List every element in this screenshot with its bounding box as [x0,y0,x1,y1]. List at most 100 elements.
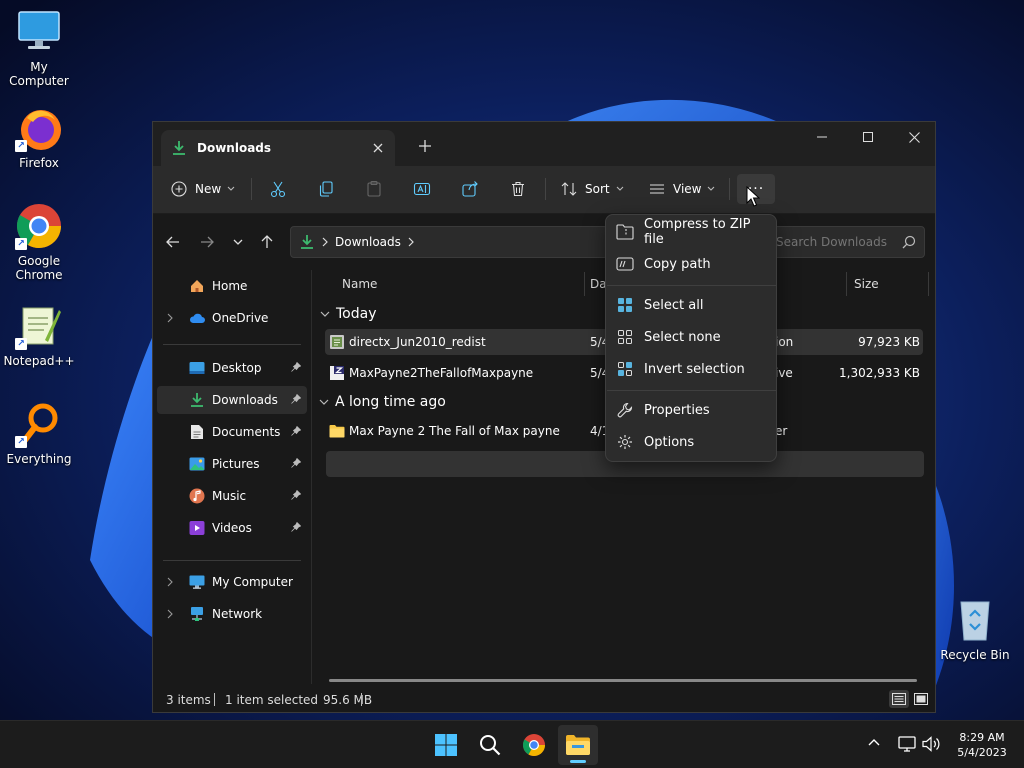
gear-icon [616,433,634,451]
chevron-right-icon [322,237,328,247]
paste-button[interactable] [365,174,383,204]
sidebar-item-home[interactable]: Home [157,272,307,300]
cut-button[interactable] [269,174,287,204]
navigation-pane: Home OneDrive Desktop Downloads Document… [153,270,311,684]
sort-button[interactable]: Sort [561,174,624,204]
clock-date: 5/4/2023 [957,746,1007,759]
desktop-icon-label: Recycle Bin [940,648,1010,662]
sidebar-item-my-computer[interactable]: My Computer [157,568,307,596]
desktop-icon-my-computer[interactable]: My Computer [0,8,78,88]
new-button[interactable]: New [171,174,235,204]
up-button[interactable] [253,228,281,256]
sidebar-item-videos[interactable]: Videos [157,514,307,542]
share-button[interactable] [461,174,479,204]
download-icon [301,235,313,249]
desktop-icon-chrome[interactable]: ↗ Google Chrome [0,202,78,282]
pin-icon [291,489,303,503]
download-icon [189,392,205,408]
taskbar-chrome-button[interactable] [514,725,554,765]
sidebar-item-desktop[interactable]: Desktop [157,354,307,382]
trash-icon [512,181,524,197]
desktop-icon-everything[interactable]: ↗ Everything [0,400,78,466]
sidebar-item-downloads[interactable]: Downloads [157,386,307,414]
shortcut-arrow-icon: ↗ [15,338,27,350]
firefox-icon: ↗ [15,104,63,152]
group-header-long-ago[interactable]: A long time ago [317,390,446,414]
horizontal-scrollbar[interactable] [329,679,917,682]
desktop-icon-firefox[interactable]: ↗ Firefox [0,104,78,170]
home-icon [189,278,205,294]
desktop-icon-label: My Computer [9,60,69,88]
sidebar-item-documents[interactable]: Documents [157,418,307,446]
active-app-indicator [570,760,586,763]
maximize-button[interactable] [845,122,891,152]
file-type: ion [775,335,794,349]
pin-icon [291,521,303,535]
scissors-icon [270,181,286,198]
pin-icon [291,425,303,439]
chevron-up-icon [868,739,880,746]
desktop-icon-label: Firefox [19,156,59,170]
sidebar-item-network[interactable]: Network [157,600,307,628]
start-button[interactable] [426,725,466,765]
everything-icon: ↗ [15,400,63,448]
tiles-view-button[interactable] [911,690,931,708]
copy-button[interactable] [317,174,335,204]
file-type: ive [775,366,793,380]
taskbar-search-button[interactable] [470,725,510,765]
chevron-right-icon [167,313,173,323]
taskbar-clock[interactable]: 8:29 AM 5/4/2023 [944,730,1020,760]
documents-icon [189,424,205,440]
sidebar-item-music[interactable]: Music [157,482,307,510]
show-hidden-icons-button[interactable] [868,735,880,749]
file-name: directx_Jun2010_redist [349,335,486,349]
desktop-icon-recycle-bin[interactable]: Recycle Bin [936,596,1014,662]
new-tab-button[interactable] [411,134,439,158]
chevron-right-icon [408,237,414,247]
back-button[interactable] [159,228,187,256]
search-icon [902,235,916,249]
recent-locations-button[interactable] [224,228,252,256]
copy-icon [319,181,333,197]
sidebar-item-onedrive[interactable]: OneDrive [157,304,307,332]
breadcrumb-downloads[interactable]: Downloads [335,235,401,249]
menu-item-invert-selection[interactable]: Invert selection [610,354,774,384]
close-tab-button[interactable] [365,135,391,161]
search-input[interactable] [776,227,896,257]
status-selection-size: 95.6 MB [323,693,373,707]
download-icon [171,140,187,156]
tab-downloads[interactable]: Downloads [161,130,395,166]
mouse-cursor-icon [746,186,760,207]
minimize-button[interactable] [799,122,845,152]
arrow-right-icon [201,236,214,248]
network-status-button[interactable] [898,736,916,755]
plus-icon [419,140,431,152]
menu-item-options[interactable]: Options [610,427,774,457]
address-bar[interactable]: Downloads [290,226,608,258]
details-view-button[interactable] [889,690,909,708]
rename-button[interactable] [413,174,431,204]
menu-item-select-all[interactable]: Select all [610,290,774,320]
close-window-button[interactable] [891,122,935,152]
network-icon [189,606,205,622]
sidebar-item-pictures[interactable]: Pictures [157,450,307,478]
file-size: 1,302,933 KB [839,366,920,380]
desktop-icon-notepadpp[interactable]: ↗ Notepad++ [0,302,78,368]
recycle-bin-icon [951,596,999,644]
paste-icon [367,180,381,197]
more-options-menu: Compress to ZIP file Copy path Select al… [605,214,777,462]
taskbar-file-explorer-button[interactable] [558,725,598,765]
installer-icon [329,334,345,350]
videos-icon [189,520,205,536]
forward-button[interactable] [193,228,221,256]
volume-button[interactable] [922,736,940,755]
search-box [773,226,925,258]
menu-item-copy-path[interactable]: Copy path [610,249,774,279]
menu-item-select-none[interactable]: Select none [610,322,774,352]
delete-button[interactable] [509,174,527,204]
menu-item-properties[interactable]: Properties [610,395,774,425]
invert-selection-icon [616,360,634,378]
view-button[interactable]: View [649,174,715,204]
select-none-icon [616,328,634,346]
menu-item-compress-zip[interactable]: Compress to ZIP file [610,217,774,247]
